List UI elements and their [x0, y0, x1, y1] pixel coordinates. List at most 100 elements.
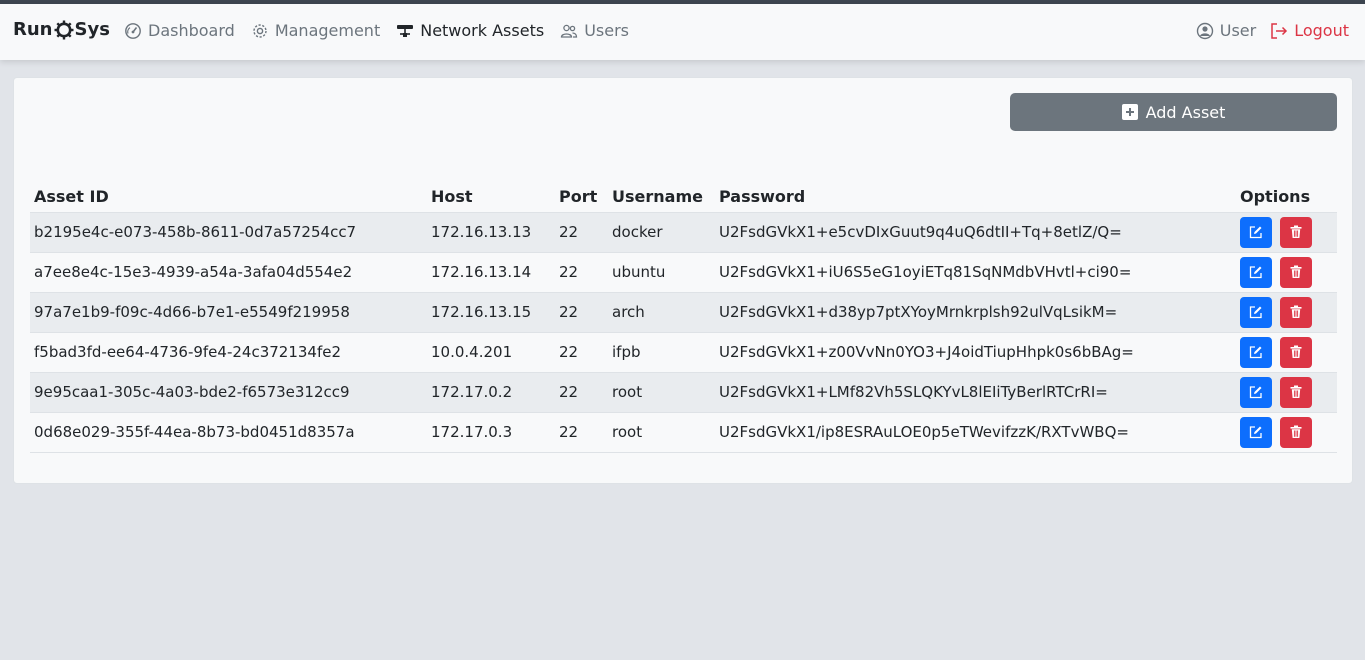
- table-row: a7ee8e4c-15e3-4939-a54a-3afa04d554e2 172…: [30, 252, 1337, 293]
- user-nav: User Logout: [1182, 21, 1349, 40]
- cell-port: 22: [555, 252, 608, 293]
- nav-item-users[interactable]: Users: [560, 21, 629, 40]
- cell-port: 22: [555, 292, 608, 333]
- delete-button[interactable]: [1280, 376, 1312, 408]
- nav-item-label: Users: [584, 21, 629, 40]
- brand-text-left: Run: [13, 19, 53, 40]
- delete-button[interactable]: [1280, 256, 1312, 288]
- edit-button[interactable]: [1240, 376, 1272, 408]
- cell-asset-id: 97a7e1b9-f09c-4d66-b7e1-e5549f219958: [30, 292, 427, 333]
- assets-table: Asset ID Host Port Username Password Opt…: [30, 182, 1337, 453]
- speedometer-icon: [125, 22, 141, 39]
- cell-asset-id: f5bad3fd-ee64-4736-9fe4-24c372134fe2: [30, 332, 427, 373]
- cell-password: U2FsdGVkX1+d38yp7ptXYoyMrnkrplsh92ulVqLs…: [715, 292, 1236, 333]
- delete-button[interactable]: [1280, 296, 1312, 328]
- cell-username: root: [608, 412, 715, 453]
- nav-item-label: Management: [274, 21, 381, 40]
- table-header-row: Asset ID Host Port Username Password Opt…: [30, 182, 1337, 213]
- add-asset-button[interactable]: Add Asset: [1010, 93, 1337, 131]
- edit-icon: [1249, 306, 1262, 319]
- row-actions: [1240, 216, 1333, 248]
- network-icon: [397, 24, 414, 37]
- edit-icon: [1249, 226, 1262, 239]
- row-actions: [1240, 376, 1333, 408]
- row-actions: [1240, 296, 1333, 328]
- cell-host: 172.16.13.13: [427, 212, 555, 253]
- delete-button[interactable]: [1280, 336, 1312, 368]
- trash-icon: [1290, 385, 1302, 398]
- gear-icon: [253, 23, 267, 38]
- row-actions: [1240, 256, 1333, 288]
- cell-username: docker: [608, 212, 715, 253]
- column-header-port: Port: [555, 182, 608, 213]
- nav-item-network-assets[interactable]: Network Assets: [396, 21, 544, 40]
- user-circle-icon: [1196, 22, 1213, 39]
- delete-button[interactable]: [1280, 216, 1312, 248]
- cell-asset-id: 0d68e029-355f-44ea-8b73-bd0451d8357a: [30, 412, 427, 453]
- table-row: b2195e4c-e073-458b-8611-0d7a57254cc7 172…: [30, 212, 1337, 253]
- main-nav: Dashboard Management Network Assets User…: [124, 21, 645, 40]
- cell-port: 22: [555, 372, 608, 413]
- cell-port: 22: [555, 212, 608, 253]
- cell-username: arch: [608, 292, 715, 333]
- nav-item-management[interactable]: Management: [251, 21, 380, 40]
- cell-username: root: [608, 372, 715, 413]
- cell-options: [1236, 372, 1337, 413]
- edit-button[interactable]: [1240, 256, 1272, 288]
- logout-link[interactable]: Logout: [1270, 21, 1349, 40]
- user-menu-link[interactable]: User: [1196, 21, 1256, 40]
- plus-square-icon: [1121, 104, 1138, 120]
- people-icon: [561, 24, 578, 38]
- navbar: Run Sys Dashboard Management Network Ass…: [0, 4, 1365, 60]
- delete-button[interactable]: [1280, 416, 1312, 448]
- cell-password: U2FsdGVkX1+LMf82Vh5SLQKYvL8lEIiTyBerlRTC…: [715, 372, 1236, 413]
- nav-item-label: Dashboard: [148, 21, 235, 40]
- cell-asset-id: 9e95caa1-305c-4a03-bde2-f6573e312cc9: [30, 372, 427, 413]
- table-row: 9e95caa1-305c-4a03-bde2-f6573e312cc9 172…: [30, 372, 1337, 413]
- edit-icon: [1249, 266, 1262, 279]
- cell-options: [1236, 252, 1337, 293]
- cell-port: 22: [555, 332, 608, 373]
- cell-port: 22: [555, 412, 608, 453]
- column-header-host: Host: [427, 182, 555, 213]
- edit-button[interactable]: [1240, 216, 1272, 248]
- logout-icon: [1271, 22, 1288, 39]
- cell-host: 172.16.13.14: [427, 252, 555, 293]
- logout-label: Logout: [1294, 21, 1349, 40]
- column-header-password: Password: [715, 182, 1236, 213]
- nav-item-label: Network Assets: [420, 21, 545, 40]
- trash-icon: [1290, 225, 1302, 238]
- cell-options: [1236, 412, 1337, 453]
- cell-username: ifpb: [608, 332, 715, 373]
- cog-logo-icon: [54, 20, 73, 39]
- cell-host: 172.17.0.3: [427, 412, 555, 453]
- edit-icon: [1249, 346, 1262, 359]
- table-row: f5bad3fd-ee64-4736-9fe4-24c372134fe2 10.…: [30, 332, 1337, 373]
- cell-password: U2FsdGVkX1/ip8ESRAuLOE0p5eTWevifzzK/RXTv…: [715, 412, 1236, 453]
- cell-password: U2FsdGVkX1+z00VvNn0YO3+J4oidTiupHhpk0s6b…: [715, 332, 1236, 373]
- edit-button[interactable]: [1240, 296, 1272, 328]
- trash-icon: [1290, 425, 1302, 438]
- trash-icon: [1290, 345, 1302, 358]
- edit-button[interactable]: [1240, 336, 1272, 368]
- brand-logo[interactable]: Run Sys: [13, 19, 110, 40]
- cell-password: U2FsdGVkX1+e5cvDIxGuut9q4uQ6dtII+Tq+8etl…: [715, 212, 1236, 253]
- edit-icon: [1249, 426, 1262, 439]
- add-asset-label: Add Asset: [1145, 102, 1226, 122]
- nav-item-dashboard[interactable]: Dashboard: [124, 21, 235, 40]
- column-header-username: Username: [608, 182, 715, 213]
- cell-password: U2FsdGVkX1+iU6S5eG1oyiETq81SqNMdbVHvtl+c…: [715, 252, 1236, 293]
- edit-button[interactable]: [1240, 416, 1272, 448]
- trash-icon: [1290, 305, 1302, 318]
- brand-text-right: Sys: [74, 19, 110, 40]
- cell-host: 172.17.0.2: [427, 372, 555, 413]
- assets-card: Add Asset Asset ID Host Port Username Pa…: [13, 77, 1353, 484]
- cell-options: [1236, 212, 1337, 253]
- cell-asset-id: a7ee8e4c-15e3-4939-a54a-3afa04d554e2: [30, 252, 427, 293]
- cell-username: ubuntu: [608, 252, 715, 293]
- cell-options: [1236, 332, 1337, 373]
- column-header-options: Options: [1236, 182, 1337, 213]
- table-row: 97a7e1b9-f09c-4d66-b7e1-e5549f219958 172…: [30, 292, 1337, 333]
- row-actions: [1240, 416, 1333, 448]
- user-label: User: [1219, 21, 1257, 40]
